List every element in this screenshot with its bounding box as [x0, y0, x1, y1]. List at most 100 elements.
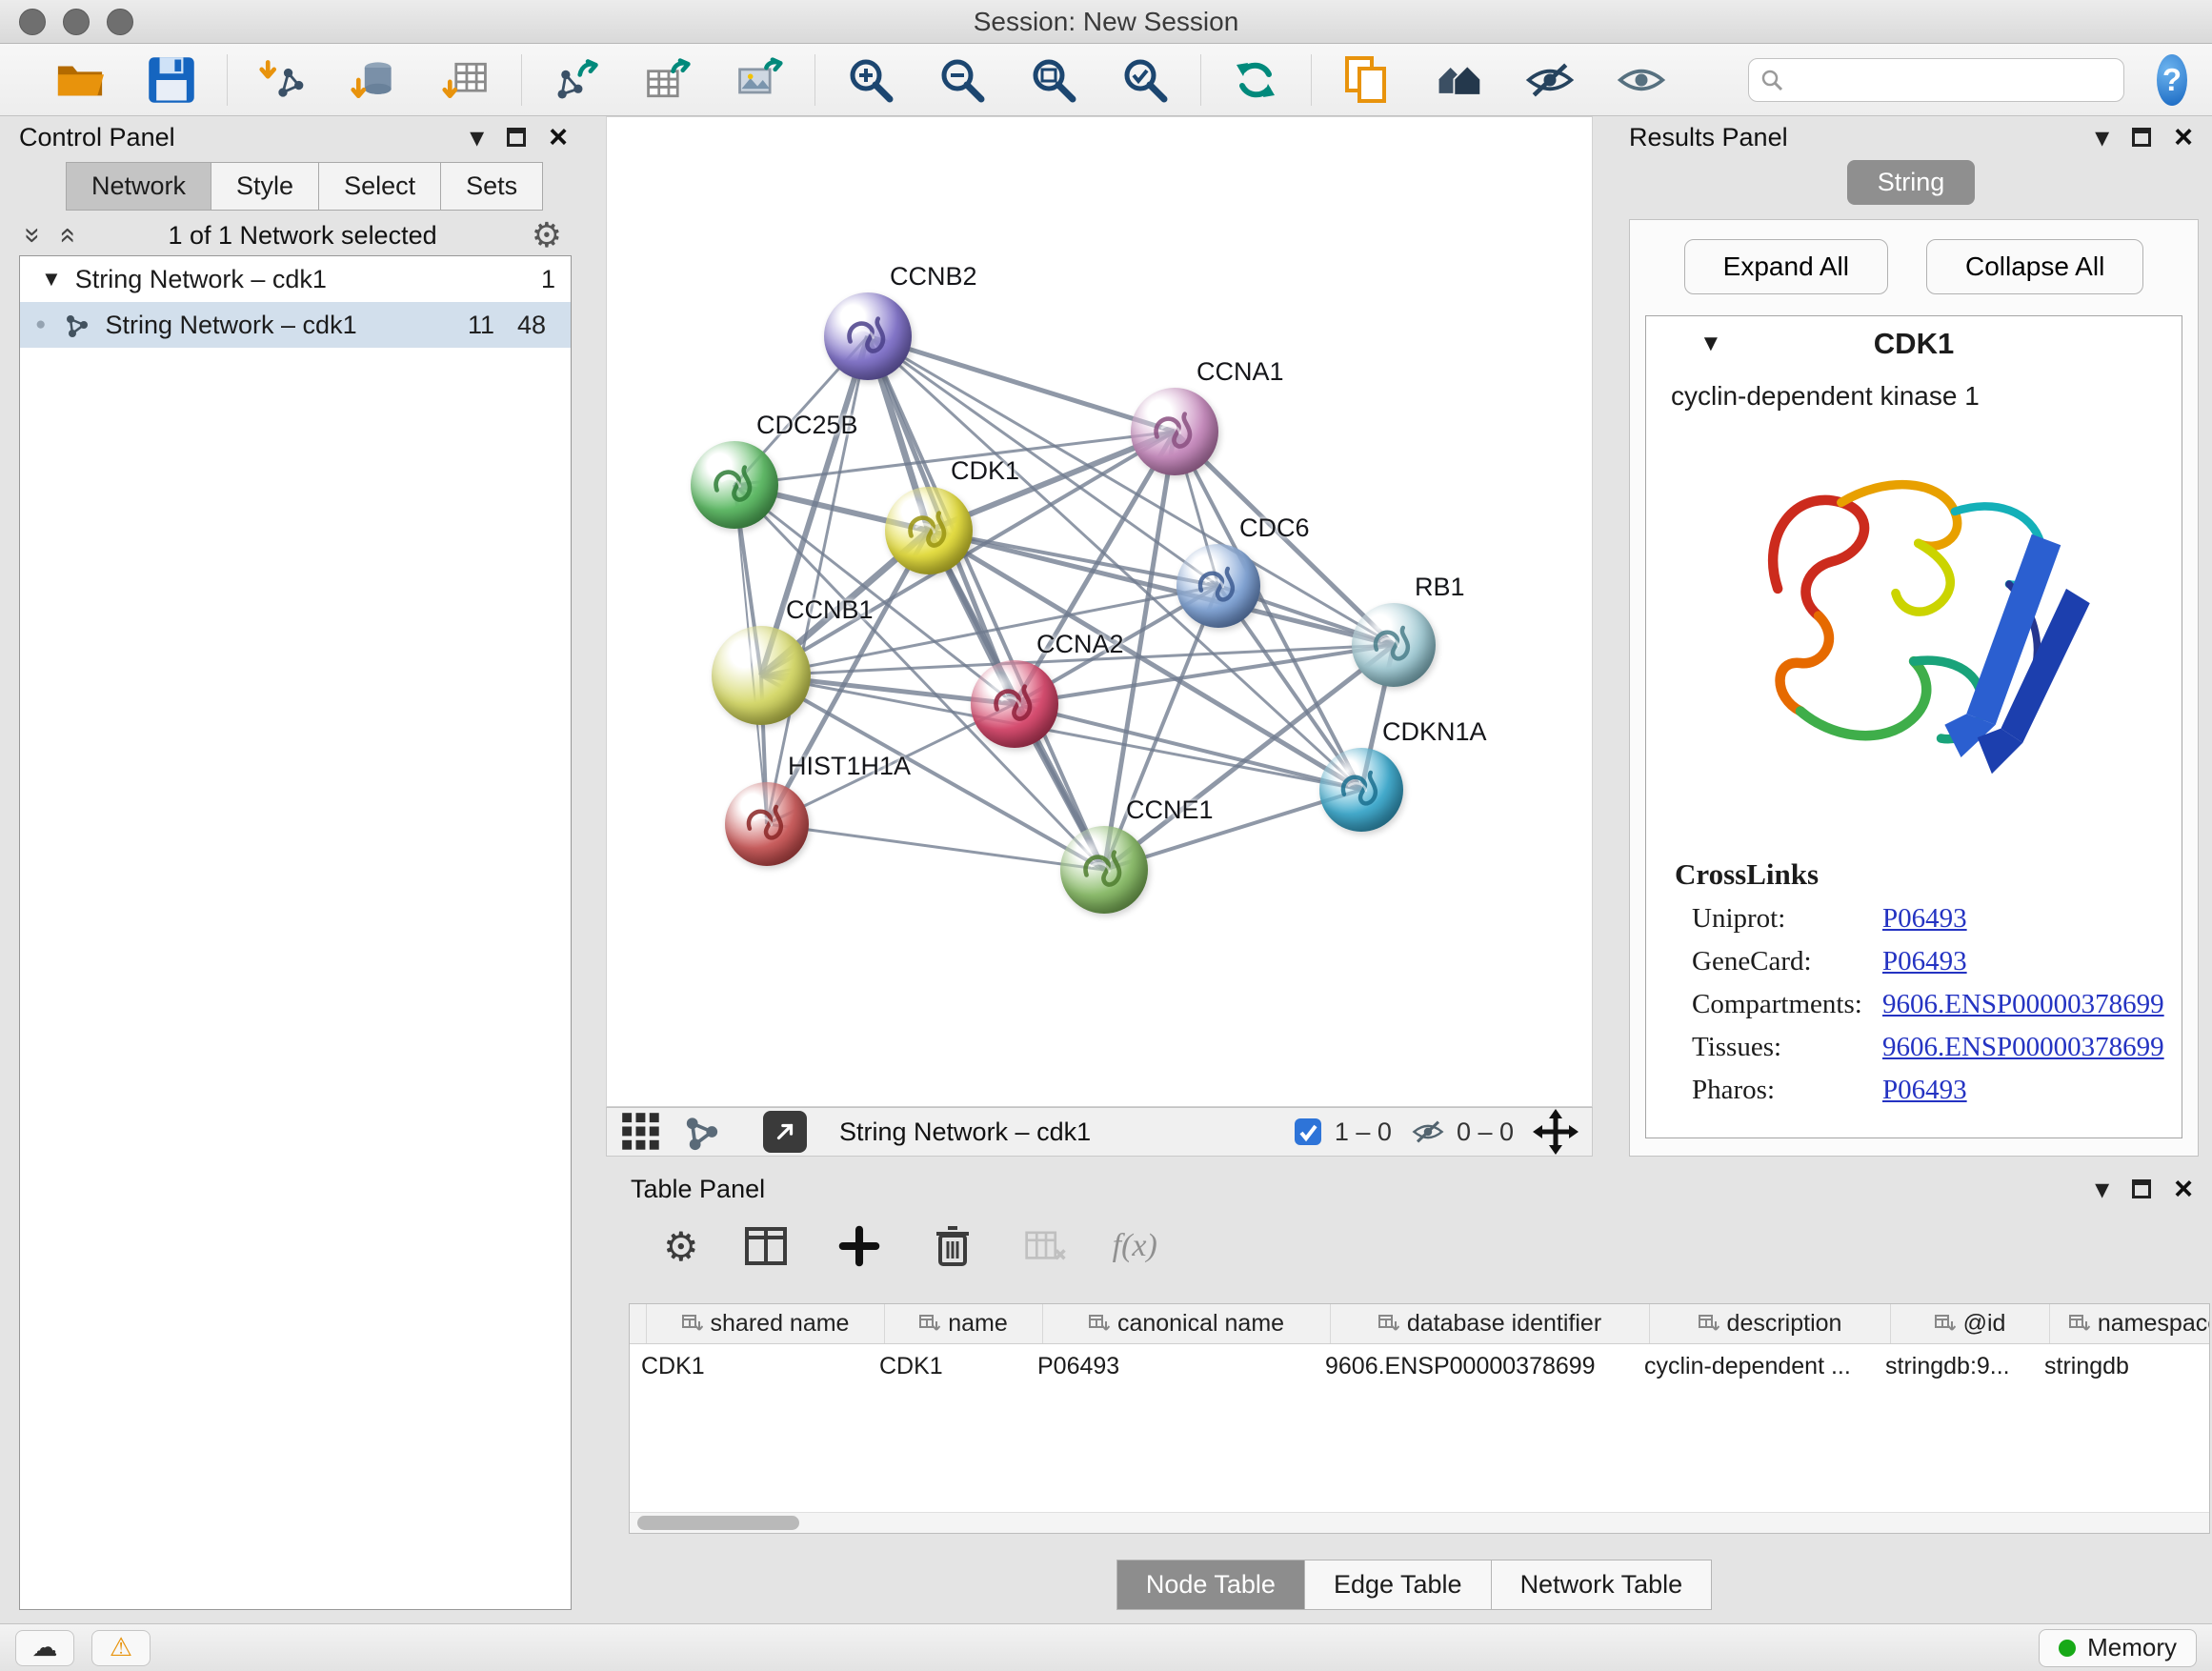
delete-table-button[interactable]: [1019, 1219, 1073, 1273]
zoom-selected-button[interactable]: [1118, 53, 1172, 107]
control-panel-close-button[interactable]: ×: [549, 121, 568, 153]
node-ccna1[interactable]: [1131, 388, 1218, 475]
network-options-gear-icon[interactable]: ⚙: [532, 215, 562, 255]
delete-column-button[interactable]: [926, 1219, 979, 1273]
table-cell-namespace[interactable]: stringdb: [2033, 1344, 2210, 1386]
tab-network-table[interactable]: Network Table: [1491, 1560, 1713, 1610]
node-hist1h1a[interactable]: [725, 782, 809, 866]
collapse-all-button[interactable]: Collapse All: [1926, 239, 2143, 294]
import-network-from-file-button[interactable]: [256, 53, 310, 107]
tab-network[interactable]: Network: [66, 162, 211, 211]
export-network-button[interactable]: [550, 53, 603, 107]
hide-selected-button[interactable]: [1523, 53, 1577, 107]
create-column-button[interactable]: [833, 1219, 886, 1273]
control-panel-menu-icon[interactable]: ▾: [470, 121, 484, 154]
column-header-shared-name[interactable]: shared name: [647, 1304, 885, 1343]
column-header-database-identifier[interactable]: database identifier: [1331, 1304, 1650, 1343]
results-panel-menu-icon[interactable]: ▾: [2095, 121, 2109, 154]
network-edge[interactable]: [868, 336, 1175, 432]
warnings-button[interactable]: ⚠: [91, 1630, 151, 1666]
pan-mode-button[interactable]: [1533, 1109, 1579, 1155]
node-cdk1[interactable]: [885, 487, 973, 574]
memory-button[interactable]: Memory: [2039, 1629, 2197, 1667]
table-cell-canonical-name[interactable]: P06493: [1026, 1344, 1314, 1386]
search-input[interactable]: [1793, 65, 2112, 94]
hidden-eye-slash-icon[interactable]: [1411, 1118, 1445, 1145]
export-table-button[interactable]: [641, 53, 694, 107]
zoom-fit-button[interactable]: [1027, 53, 1080, 107]
crosslink-link[interactable]: P06493: [1882, 946, 2182, 977]
column-header-description[interactable]: description: [1650, 1304, 1891, 1343]
crosslink-link[interactable]: P06493: [1882, 1075, 2182, 1106]
table-panel-float-button[interactable]: [2132, 1179, 2151, 1198]
show-all-button[interactable]: [1615, 53, 1668, 107]
control-panel-float-button[interactable]: [507, 128, 526, 147]
network-edge[interactable]: [767, 824, 1104, 870]
show-columns-button[interactable]: [739, 1219, 793, 1273]
tab-edge-table[interactable]: Edge Table: [1304, 1560, 1492, 1610]
node-cdc6[interactable]: [1176, 544, 1260, 628]
node-rb1[interactable]: [1352, 603, 1436, 687]
tab-sets[interactable]: Sets: [440, 162, 543, 211]
import-network-from-database-button[interactable]: [348, 53, 401, 107]
save-session-button[interactable]: [145, 53, 198, 107]
column-header-name[interactable]: name: [885, 1304, 1043, 1343]
refresh-view-button[interactable]: [1229, 53, 1282, 107]
table-panel-close-button[interactable]: ×: [2174, 1173, 2193, 1205]
network-type-button[interactable]: [681, 1111, 723, 1153]
node-ccnb2[interactable]: [824, 292, 912, 380]
scrollbar-thumb[interactable]: [637, 1516, 799, 1530]
table-cell-name[interactable]: CDK1: [868, 1344, 1026, 1386]
crosslink-link[interactable]: 9606.ENSP00000378699: [1882, 1032, 2182, 1063]
export-image-button[interactable]: [733, 53, 786, 107]
tab-select[interactable]: Select: [318, 162, 441, 211]
expand-all-button[interactable]: Expand All: [1684, 239, 1888, 294]
crosslink-link[interactable]: 9606.ENSP00000378699: [1882, 989, 2182, 1020]
selected-checkbox-icon[interactable]: [1293, 1117, 1323, 1147]
tab-node-table[interactable]: Node Table: [1116, 1560, 1305, 1610]
entry-collapse-icon[interactable]: ▼: [1699, 331, 1722, 357]
zoom-window-button[interactable]: [107, 9, 133, 35]
cloud-status-button[interactable]: ☁: [15, 1630, 74, 1666]
open-in-new-window-button[interactable]: [763, 1111, 807, 1153]
network-row[interactable]: ● String Network – cdk1 11 48: [20, 302, 571, 348]
copy-button[interactable]: [1340, 53, 1394, 107]
import-table-from-file-button[interactable]: [439, 53, 493, 107]
open-session-button[interactable]: [53, 53, 107, 107]
collection-expand-icon[interactable]: ▼: [41, 267, 62, 292]
zoom-in-button[interactable]: [844, 53, 897, 107]
minimize-window-button[interactable]: [63, 9, 90, 35]
expand-tree-icon[interactable]: »: [16, 228, 49, 244]
collapse-tree-icon[interactable]: »: [50, 228, 82, 244]
help-button[interactable]: ?: [2157, 54, 2187, 106]
table-cell-shared-name[interactable]: CDK1: [630, 1344, 868, 1386]
network-collection-row[interactable]: ▼ String Network – cdk1 1: [20, 256, 571, 302]
home-button[interactable]: [1432, 53, 1485, 107]
column-header-canonical-name[interactable]: canonical name: [1043, 1304, 1331, 1343]
tab-string[interactable]: String: [1847, 160, 1976, 205]
table-cell-description[interactable]: cyclin-dependent ...: [1633, 1344, 1874, 1386]
table-row[interactable]: CDK1CDK1P064939606.ENSP00000378699cyclin…: [630, 1344, 2209, 1386]
crosslink-link[interactable]: P06493: [1882, 903, 2182, 935]
node-cdkn1a[interactable]: [1319, 748, 1403, 832]
table-cell--id[interactable]: stringdb:9...: [1874, 1344, 2033, 1386]
table-options-gear-icon[interactable]: ⚙: [663, 1223, 699, 1270]
grid-view-button[interactable]: [620, 1111, 662, 1153]
close-window-button[interactable]: [19, 9, 46, 35]
node-ccnb1[interactable]: [712, 626, 811, 725]
table-cell-database-identifier[interactable]: 9606.ENSP00000378699: [1314, 1344, 1633, 1386]
network-edge[interactable]: [868, 336, 1104, 870]
node-cdc25b[interactable]: [691, 441, 778, 529]
column-header--id[interactable]: @id: [1891, 1304, 2050, 1343]
function-builder-button[interactable]: f(x): [1113, 1228, 1157, 1264]
table-panel-menu-icon[interactable]: ▾: [2095, 1173, 2109, 1206]
node-ccna2[interactable]: [971, 660, 1058, 748]
results-panel-float-button[interactable]: [2132, 128, 2151, 147]
zoom-out-button[interactable]: [935, 53, 989, 107]
tab-style[interactable]: Style: [211, 162, 319, 211]
network-canvas[interactable]: CCNB2CCNA1CDC25BCDK1CDC6RB1CCNB1CCNA2CDK…: [606, 116, 1593, 1107]
node-ccne1[interactable]: [1060, 826, 1148, 914]
column-header-namespace[interactable]: namespace: [2050, 1304, 2210, 1343]
results-panel-close-button[interactable]: ×: [2174, 121, 2193, 153]
table-horizontal-scrollbar[interactable]: [630, 1512, 2209, 1533]
